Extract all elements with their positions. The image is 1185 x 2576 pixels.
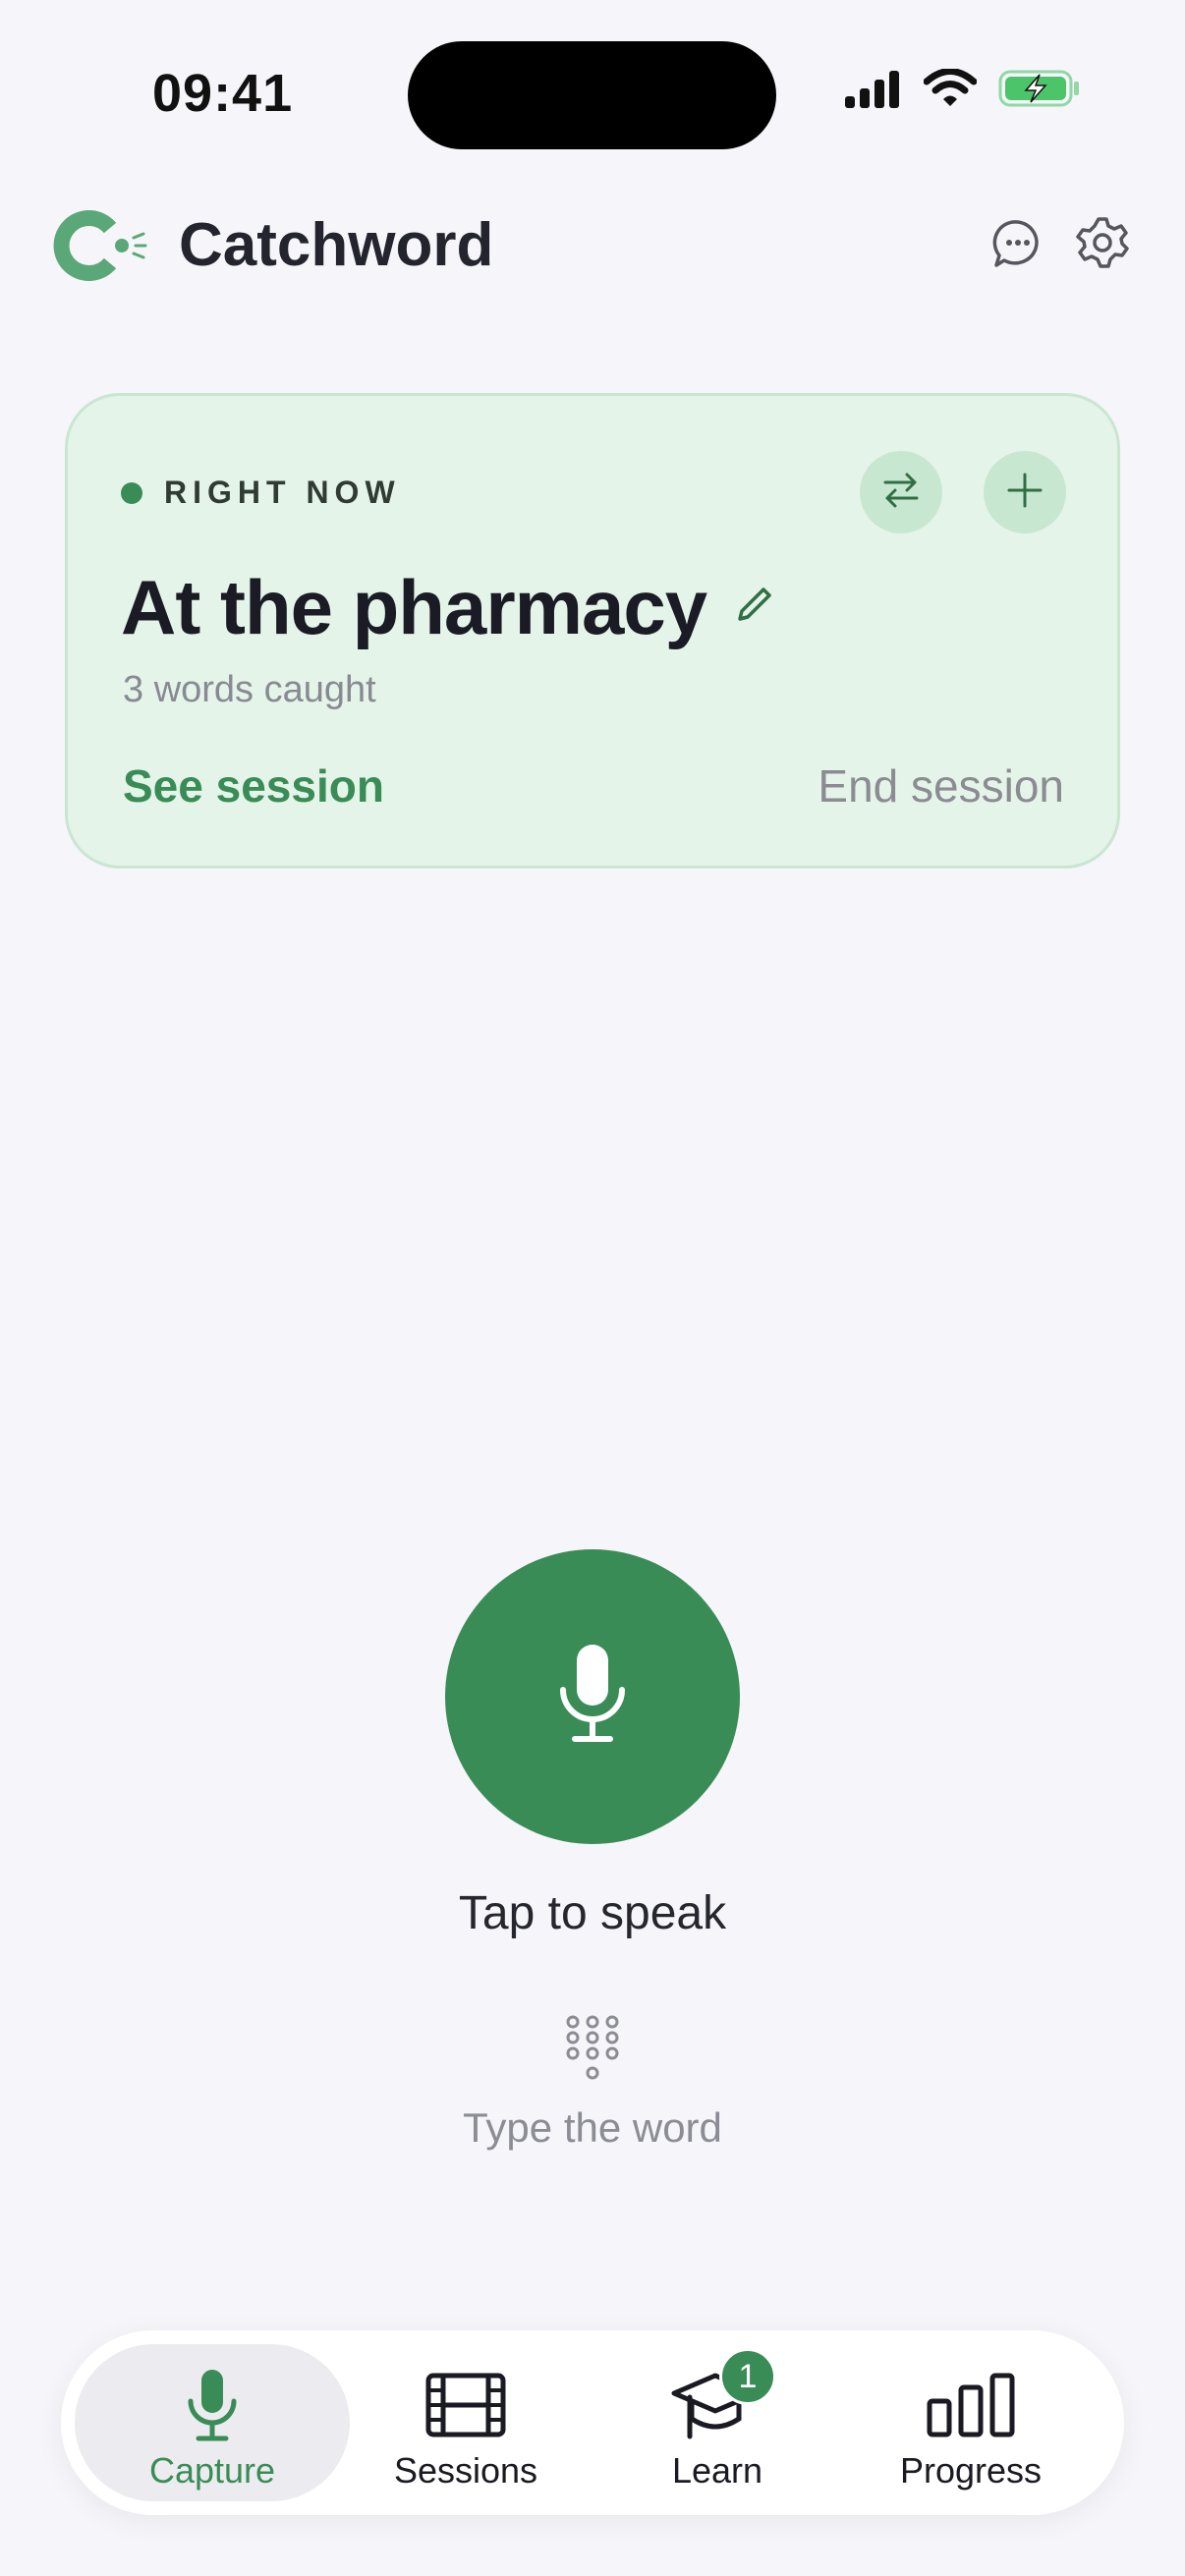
tab-sessions[interactable]: Sessions: [328, 2344, 603, 2501]
new-session-button[interactable]: [984, 451, 1066, 533]
current-session-card: RIGHT NOW At the pharmacy 3 words caught…: [65, 393, 1120, 868]
battery-charging-icon: [998, 69, 1081, 113]
feedback-button[interactable]: [987, 214, 1049, 277]
words-caught-count: 3 words caught: [123, 669, 376, 710]
app-title: Catchword: [179, 211, 494, 279]
tab-learn-label: Learn: [671, 2450, 763, 2491]
live-dot-icon: [121, 481, 142, 504]
microphone-icon: [185, 2366, 240, 2444]
dynamic-island: [408, 41, 776, 149]
tab-learn[interactable]: 1 Learn: [580, 2344, 855, 2501]
bottom-tab-bar: Capture Sessions 1 Learn Progress: [61, 2330, 1124, 2515]
graduation-cap-icon: 1: [670, 2348, 776, 2444]
microphone-icon: [553, 1641, 632, 1754]
tab-progress-label: Progress: [899, 2450, 1043, 2491]
bar-chart-icon: [926, 2366, 1016, 2444]
tap-to-speak-label: Tap to speak: [458, 1887, 727, 1939]
session-title: At the pharmacy: [121, 564, 707, 650]
swap-icon: [879, 469, 923, 517]
plus-icon: [1005, 471, 1044, 515]
live-indicator: RIGHT NOW: [121, 475, 401, 511]
chat-bubble-icon: [990, 216, 1045, 276]
keypad-icon[interactable]: [563, 2014, 622, 2085]
status-bar: 09:41: [0, 0, 1185, 187]
catchword-logo-icon: [53, 206, 147, 285]
tab-capture[interactable]: Capture: [75, 2344, 350, 2501]
wifi-icon: [923, 68, 978, 113]
session-title-row: At the pharmacy: [121, 563, 775, 652]
tab-capture-label: Capture: [148, 2450, 276, 2491]
status-time: 09:41: [152, 64, 294, 123]
learn-badge: 1: [719, 2348, 776, 2405]
tab-sessions-label: Sessions: [393, 2450, 538, 2491]
see-session-link[interactable]: See session: [123, 759, 384, 812]
switch-session-button[interactable]: [860, 451, 942, 533]
pencil-icon[interactable]: [732, 584, 775, 632]
tap-to-speak-button[interactable]: [445, 1549, 740, 1844]
tab-progress[interactable]: Progress: [833, 2344, 1108, 2501]
settings-button[interactable]: [1071, 214, 1134, 277]
type-the-word-link[interactable]: Type the word: [0, 2104, 1185, 2152]
live-label: RIGHT NOW: [164, 475, 401, 510]
status-icons: [843, 68, 1081, 113]
end-session-link[interactable]: End session: [818, 759, 1064, 812]
gear-icon: [1074, 215, 1131, 277]
cellular-signal-icon: [843, 69, 902, 113]
app-header: Catchword: [0, 196, 1185, 295]
film-icon: [425, 2366, 506, 2444]
